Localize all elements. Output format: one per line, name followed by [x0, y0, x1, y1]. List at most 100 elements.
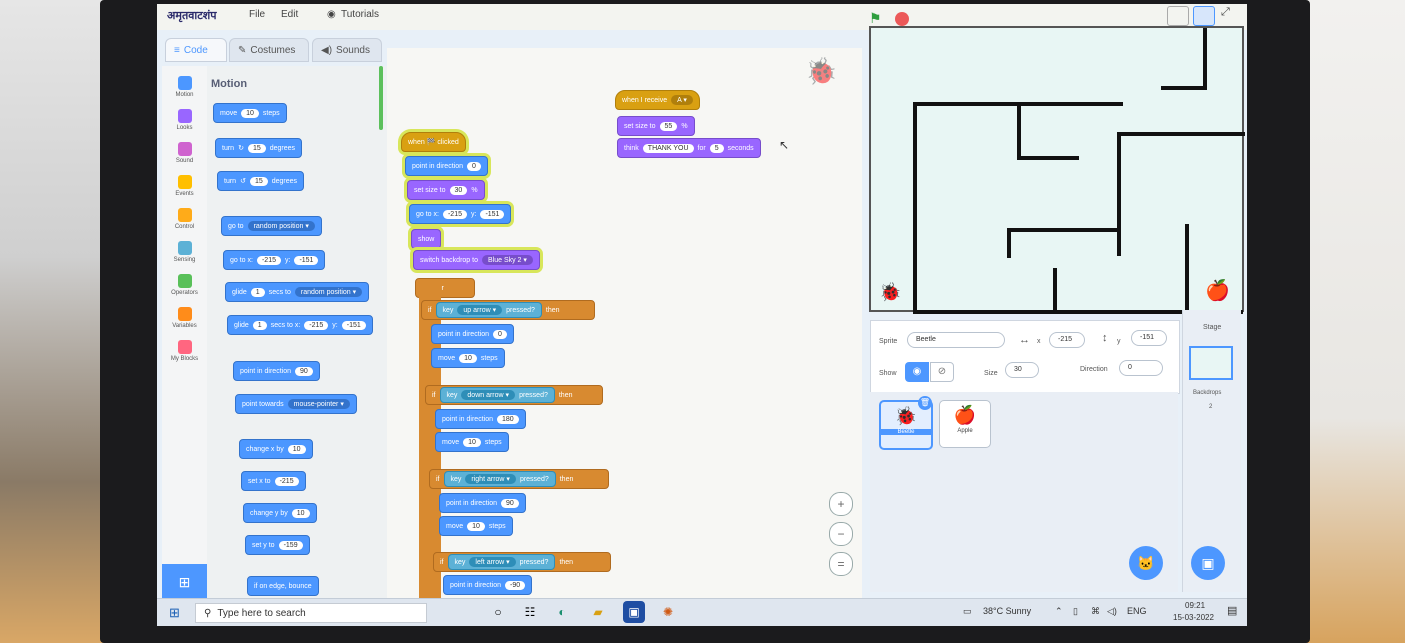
value-input[interactable]: 1: [252, 320, 267, 330]
category-sound[interactable]: Sound: [162, 142, 207, 164]
value-input[interactable]: 1: [250, 287, 265, 297]
value-input[interactable]: THANK YOU: [642, 143, 694, 153]
value-input[interactable]: 55: [659, 121, 678, 131]
value-input[interactable]: 10: [463, 437, 481, 447]
category-operators[interactable]: Operators: [162, 274, 207, 296]
y-position-field[interactable]: -151: [1131, 330, 1167, 346]
dropdown[interactable]: Blue Sky 2 ▾: [481, 255, 533, 265]
beetle-sprite-icon[interactable]: 🐞: [879, 282, 901, 303]
set-size-block[interactable]: set size to 55%: [617, 116, 695, 136]
show-block[interactable]: show: [411, 229, 442, 249]
add-extension-button[interactable]: ⊞: [162, 564, 207, 600]
value-input[interactable]: 15: [247, 143, 266, 153]
value-input[interactable]: -215: [256, 255, 281, 265]
notification-icon[interactable]: ▤: [1227, 604, 1237, 617]
value-input[interactable]: -159: [278, 540, 303, 550]
if-right-block[interactable]: if key right arrow ▾ pressed? then: [429, 469, 609, 489]
value-input[interactable]: 10: [287, 444, 306, 454]
app-icon[interactable]: ▣: [623, 601, 645, 623]
key-pressed-block[interactable]: key right arrow ▾ pressed?: [443, 471, 556, 487]
palette-point-towards-block[interactable]: point towards mouse-pointer ▾: [235, 394, 357, 414]
language-indicator[interactable]: ENG: [1127, 606, 1147, 616]
sprite-thumb-apple[interactable]: 🍎 Apple: [939, 400, 991, 448]
hide-icon[interactable]: ⊘: [930, 362, 954, 382]
value-input[interactable]: 15: [249, 176, 268, 186]
value-input[interactable]: 10: [241, 108, 259, 118]
palette-point-direction-block[interactable]: point in direction 90: [233, 361, 320, 381]
app-logo[interactable]: अमृतवाटशंप: [167, 8, 217, 23]
category-looks[interactable]: Looks: [162, 109, 207, 131]
category-motion[interactable]: Motion: [162, 76, 207, 98]
volume-icon[interactable]: ◁): [1107, 606, 1117, 617]
value-input[interactable]: -215: [274, 476, 299, 486]
move-block[interactable]: move 10 steps: [431, 348, 505, 368]
category-variables[interactable]: Variables: [162, 307, 207, 329]
zoom-in-icon[interactable]: +: [829, 492, 853, 516]
move-block[interactable]: move 10 steps: [435, 432, 509, 452]
point-direction-block[interactable]: point in direction 90: [439, 493, 526, 513]
fullscreen-icon[interactable]: ⤢: [1221, 6, 1230, 19]
move-block[interactable]: move 10 steps: [439, 516, 513, 536]
category-control[interactable]: Control: [162, 208, 207, 230]
stop-icon[interactable]: [895, 12, 909, 26]
point-direction-block[interactable]: point in direction 180: [435, 409, 526, 429]
palette-edge-bounce-block[interactable]: if on edge, bounce: [247, 576, 319, 596]
clock-date[interactable]: 15-03-2022: [1173, 613, 1214, 622]
apple-sprite-icon[interactable]: 🍎: [1205, 278, 1230, 303]
value-input[interactable]: -215: [442, 209, 467, 219]
taskbar-search[interactable]: ⚲ Type here to search: [195, 603, 427, 623]
dropdown[interactable]: random position ▾: [294, 287, 363, 297]
when-i-receive-block[interactable]: when I receive A ▾: [615, 90, 700, 110]
value-input[interactable]: 10: [291, 508, 310, 518]
tab-code[interactable]: ≡ Code: [165, 38, 227, 62]
palette-glidexy-block[interactable]: glide 1 secs to x: -215 y: -151: [227, 315, 373, 335]
tutorials-menu[interactable]: Tutorials: [341, 9, 379, 20]
value-input[interactable]: 90: [294, 366, 313, 376]
small-stage-button[interactable]: [1167, 6, 1189, 26]
network-icon[interactable]: ⌘: [1091, 606, 1100, 617]
if-up-block[interactable]: if key up arrow ▾ pressed? then: [421, 300, 595, 320]
value-input[interactable]: 10: [467, 521, 485, 531]
key-pressed-block[interactable]: key down arrow ▾ pressed?: [439, 387, 555, 403]
palette-move-block[interactable]: move 10 steps: [213, 103, 287, 123]
widgets-icon[interactable]: ☷: [519, 601, 541, 623]
dropdown[interactable]: A ▾: [671, 95, 693, 105]
tab-costumes[interactable]: ✎ Costumes: [229, 38, 309, 62]
value-input[interactable]: 180: [496, 414, 519, 424]
normal-stage-button[interactable]: [1193, 6, 1215, 26]
key-pressed-block[interactable]: key left arrow ▾ pressed?: [447, 554, 556, 570]
palette-turn-right-block[interactable]: turn ↻ 15 degrees: [215, 138, 303, 158]
if-left-block[interactable]: if key left arrow ▾ pressed? then: [433, 552, 611, 572]
palette-turn-left-block[interactable]: turn ↺ 15 degrees: [217, 171, 305, 191]
when-flag-clicked-block[interactable]: when 🏁 clicked: [401, 132, 466, 152]
goto-xy-block[interactable]: go to x: -215 y: -151: [409, 204, 512, 224]
windows-start-icon[interactable]: ⊞: [169, 605, 180, 621]
task-view-icon[interactable]: ○: [487, 601, 509, 623]
chevron-up-icon[interactable]: ⌃: [1055, 606, 1063, 617]
size-field[interactable]: 30: [1005, 362, 1039, 378]
tutorials-icon[interactable]: ◉: [327, 9, 336, 20]
value-input[interactable]: -215: [304, 320, 329, 330]
green-flag-icon[interactable]: ⚑: [869, 10, 882, 27]
value-input[interactable]: -151: [480, 209, 505, 219]
zoom-out-icon[interactable]: −: [829, 522, 853, 546]
category-events[interactable]: Events: [162, 175, 207, 197]
x-position-field[interactable]: -215: [1049, 332, 1085, 348]
file-menu[interactable]: File: [249, 9, 265, 20]
dropdown[interactable]: random position ▾: [247, 221, 315, 231]
palette-glide-block[interactable]: glide 1 secs to random position ▾: [225, 282, 370, 302]
scratch-app-icon[interactable]: ✺: [657, 601, 679, 623]
tab-sounds[interactable]: ◀) Sounds: [312, 38, 382, 62]
category-my-blocks[interactable]: My Blocks: [162, 340, 207, 362]
direction-field[interactable]: 0: [1119, 360, 1163, 376]
weather-text[interactable]: 38°C Sunny: [983, 606, 1031, 616]
show-visible-icon[interactable]: ◉: [905, 362, 929, 382]
point-direction-block[interactable]: point in direction -90: [443, 575, 533, 595]
backdrop-thumb[interactable]: [1189, 346, 1233, 380]
file-explorer-icon[interactable]: ▰: [587, 601, 609, 623]
point-direction-block[interactable]: point in direction 0: [405, 156, 488, 176]
stage-canvas[interactable]: 🐞 🍎: [869, 26, 1245, 314]
clock-time[interactable]: 09:21: [1185, 601, 1205, 610]
value-input[interactable]: 30: [449, 185, 468, 195]
delete-sprite-icon[interactable]: 🗑: [918, 396, 932, 410]
